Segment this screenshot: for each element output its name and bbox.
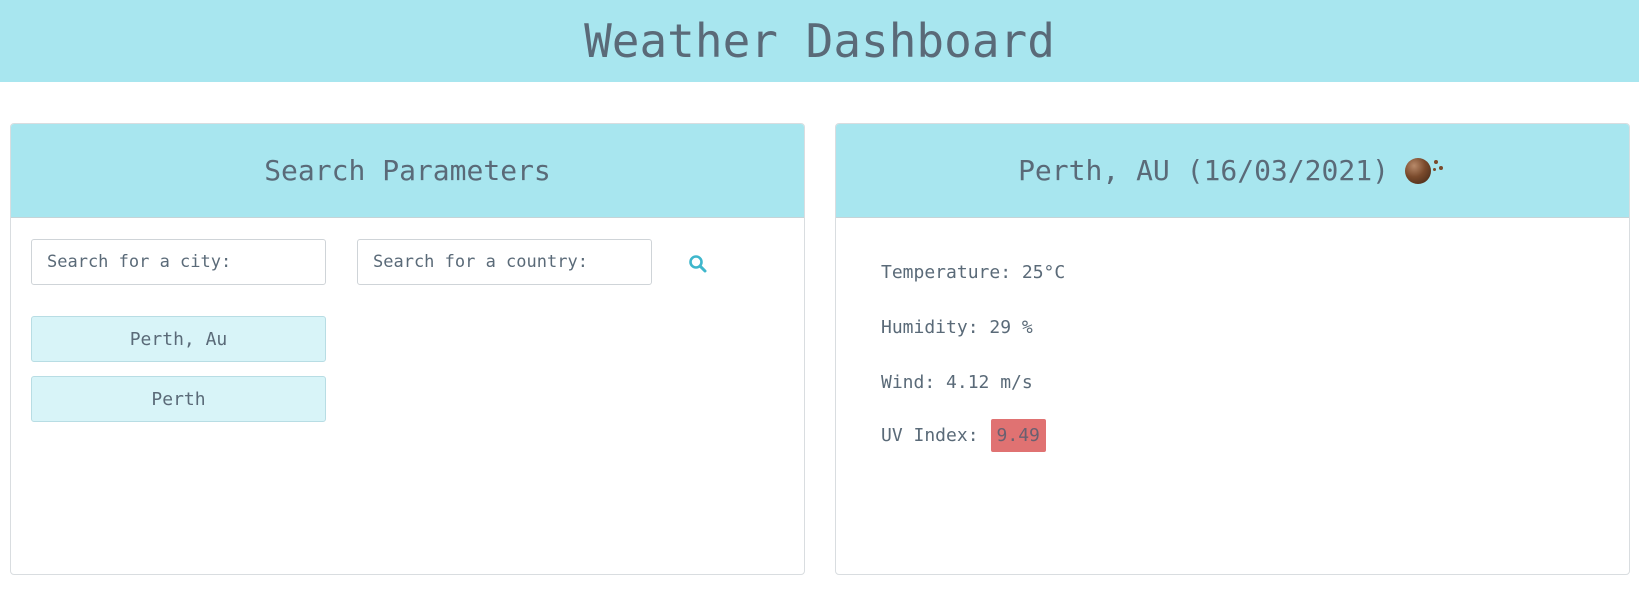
history-item[interactable]: Perth, Au [31, 316, 326, 362]
search-button[interactable] [681, 247, 715, 281]
search-panel: Search Parameters Perth, Au Perth [10, 123, 805, 575]
search-panel-header: Search Parameters [11, 124, 804, 218]
weather-condition-icon [1403, 156, 1447, 186]
search-icon [689, 255, 707, 273]
country-search-input[interactable] [357, 239, 652, 285]
city-date-label: Perth, AU (16/03/2021) [1018, 154, 1389, 187]
weather-panel-header: Perth, AU (16/03/2021) [836, 124, 1629, 218]
humidity-text: Humidity: 29 % [881, 317, 1033, 338]
weather-panel-title: Perth, AU (16/03/2021) [1018, 154, 1447, 187]
weather-panel: Perth, AU (16/03/2021) Temperature: 25°C… [835, 123, 1630, 575]
page-title: Weather Dashboard [584, 14, 1055, 68]
city-search-input[interactable] [31, 239, 326, 285]
search-panel-title: Search Parameters [264, 154, 551, 187]
wind-text: Wind: 4.12 m/s [881, 372, 1033, 393]
uv-index-label: UV Index: [881, 425, 979, 446]
uv-index-badge: 9.49 [990, 419, 1046, 452]
temperature-text: Temperature: 25°C [881, 262, 1066, 283]
uv-index-row: UV Index: 9.49 [881, 419, 1046, 452]
app-header: Weather Dashboard [0, 0, 1639, 82]
history-item[interactable]: Perth [31, 376, 326, 422]
